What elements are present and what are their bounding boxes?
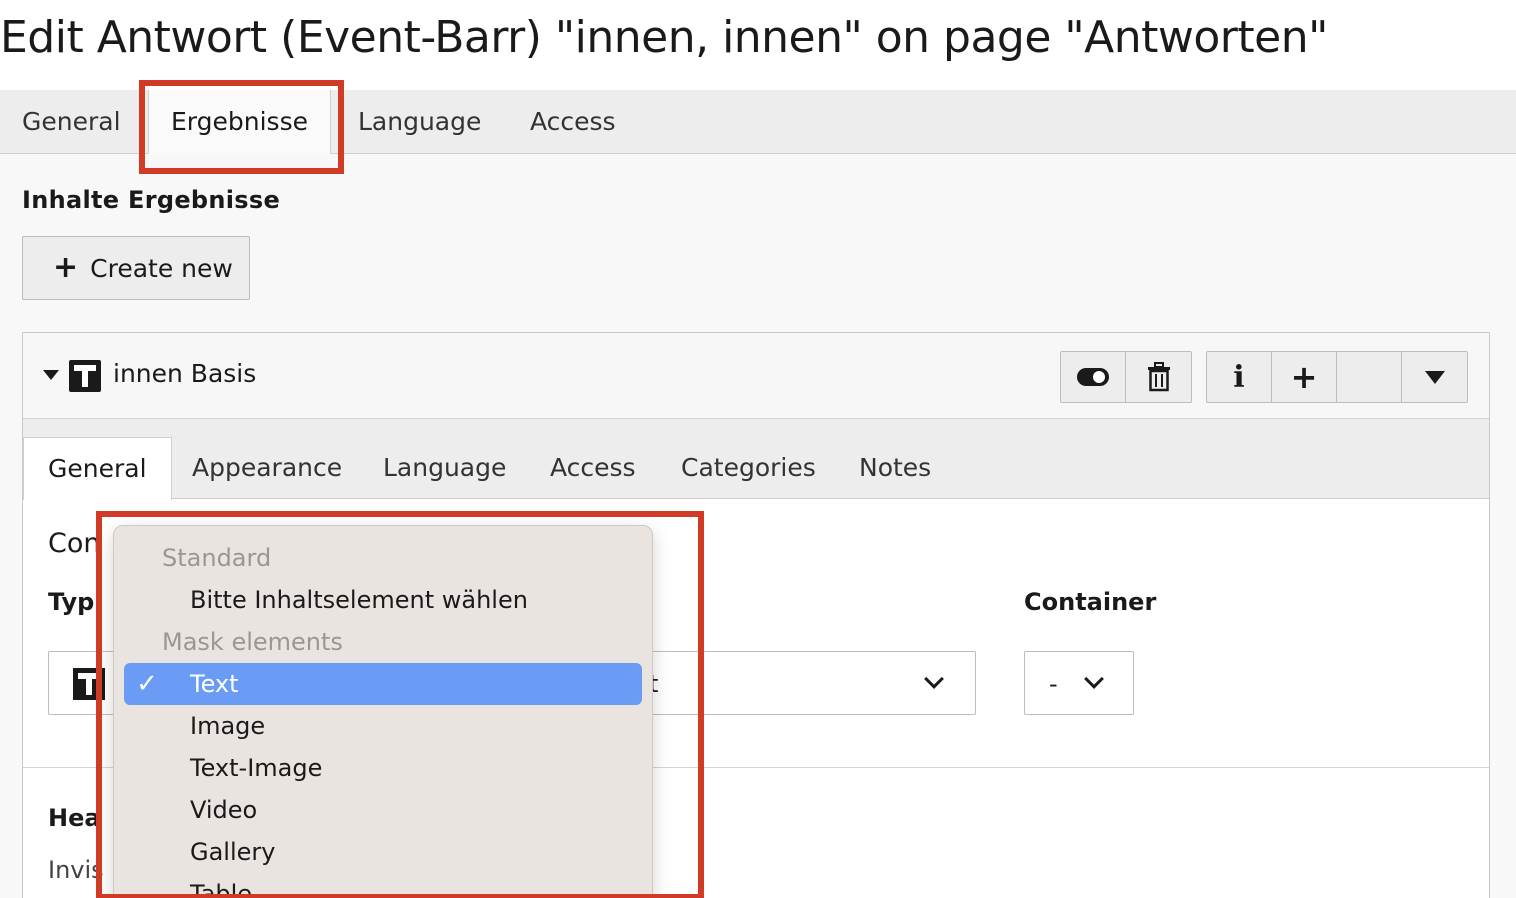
tab-access[interactable]: Access	[508, 90, 638, 154]
container-select[interactable]: -	[1024, 651, 1134, 715]
create-new-button[interactable]: + Create new	[22, 236, 250, 300]
inner-tab-language[interactable]: Language	[359, 437, 530, 499]
create-new-label: Create new	[90, 253, 233, 283]
info-add-more-group: i +	[1206, 351, 1468, 403]
tab-language[interactable]: Language	[336, 90, 503, 154]
dropdown-highlight	[96, 511, 704, 898]
inner-tab-notes[interactable]: Notes	[835, 437, 955, 499]
container-select-value: -	[1049, 670, 1058, 698]
plus-icon: +	[1290, 358, 1318, 396]
card-title: innen Basis	[113, 359, 257, 388]
info-icon: i	[1233, 359, 1245, 395]
chevron-down-icon	[924, 669, 944, 689]
info-button[interactable]: i	[1207, 352, 1272, 402]
inner-tab-general[interactable]: General	[23, 437, 172, 500]
inner-tab-bar: General Appearance Language Access Categ…	[23, 419, 1489, 500]
collapse-caret-icon[interactable]	[43, 370, 59, 380]
visibility-delete-group	[1060, 351, 1192, 403]
add-button[interactable]: +	[1272, 352, 1337, 402]
empty-action-button[interactable]	[1337, 352, 1402, 402]
more-actions-button[interactable]	[1402, 352, 1467, 402]
ergebnisse-tab-highlight	[139, 80, 344, 174]
container-label: Container	[1024, 588, 1157, 616]
inner-tab-categories[interactable]: Categories	[657, 437, 840, 499]
trash-icon	[1147, 362, 1170, 392]
tab-general[interactable]: General	[0, 90, 143, 154]
dropdown-triangle-icon	[1424, 370, 1445, 384]
toggle-visibility-icon	[1077, 368, 1109, 386]
delete-button[interactable]	[1126, 352, 1191, 402]
inner-tab-appearance[interactable]: Appearance	[168, 437, 366, 499]
section-title: Inhalte Ergebnisse	[22, 186, 281, 214]
toggle-visibility-button[interactable]	[1061, 352, 1126, 402]
inner-tab-access[interactable]: Access	[526, 437, 660, 499]
chevron-down-icon	[1084, 669, 1104, 689]
card-header[interactable]: innen Basis i +	[23, 333, 1489, 419]
page-title: Edit Antwort (Event-Barr) "innen, innen"…	[0, 12, 1328, 63]
text-element-icon	[69, 360, 101, 392]
plus-icon: +	[53, 250, 79, 285]
